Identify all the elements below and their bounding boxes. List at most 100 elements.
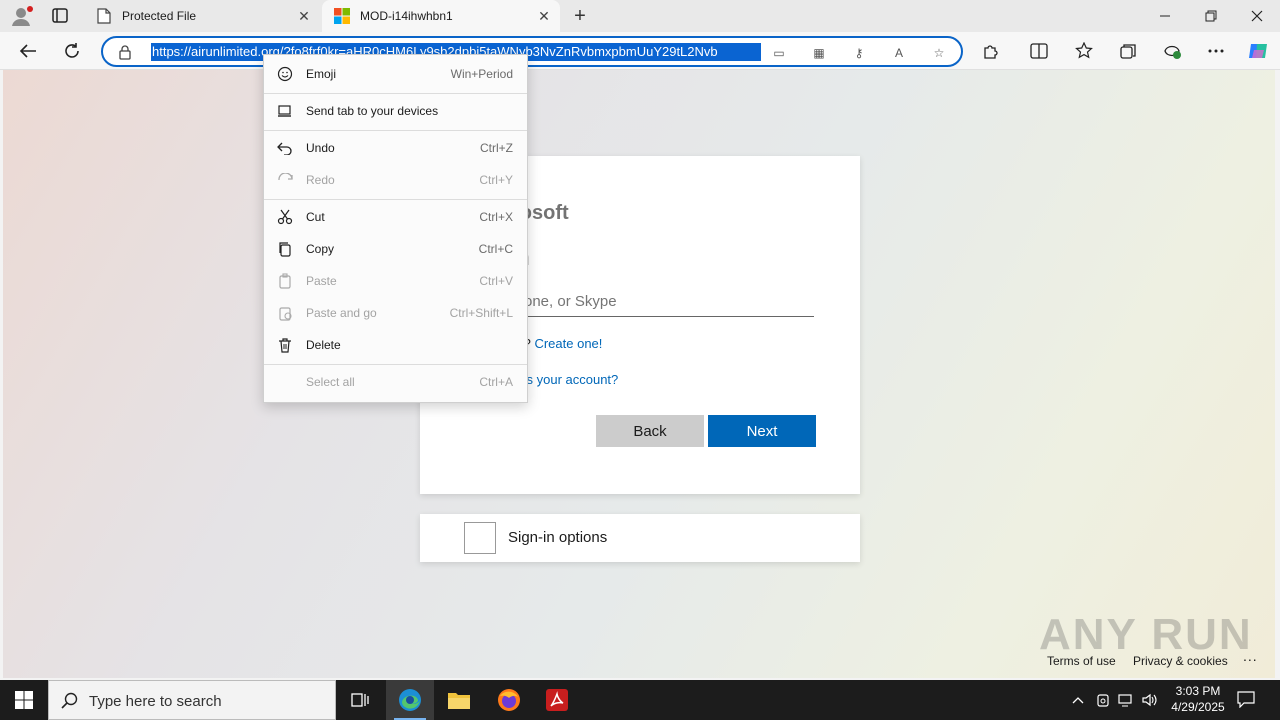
menu-item-label: Send tab to your devices bbox=[306, 104, 439, 118]
favorite-star-icon[interactable]: ☆ bbox=[929, 43, 949, 63]
menu-item-shortcut: Ctrl+C bbox=[478, 242, 513, 256]
watermark: ANY RUN bbox=[1039, 610, 1253, 659]
menu-separator bbox=[264, 93, 527, 94]
redo-icon bbox=[277, 172, 293, 188]
trash-icon bbox=[277, 337, 293, 353]
favorites-icon[interactable] bbox=[1071, 39, 1097, 63]
email-field[interactable] bbox=[520, 286, 814, 317]
menu-item-label: Paste and go bbox=[306, 306, 377, 320]
restore-button[interactable] bbox=[1188, 0, 1234, 32]
read-aloud-icon[interactable]: A bbox=[889, 43, 909, 63]
menu-item-copy[interactable]: Copy Ctrl+C bbox=[264, 234, 527, 264]
devices-icon bbox=[277, 103, 293, 119]
copy-icon bbox=[277, 241, 293, 257]
clock-date: 4/29/2025 bbox=[1171, 700, 1225, 714]
cant-access-link[interactable]: ss your account? bbox=[520, 372, 618, 387]
menu-item-shortcut: Ctrl+Y bbox=[479, 173, 513, 187]
terms-link[interactable]: Terms of use bbox=[1047, 654, 1116, 668]
search-icon bbox=[61, 692, 79, 710]
menu-separator bbox=[264, 130, 527, 131]
menu-item-label: Redo bbox=[306, 173, 335, 187]
scissors-icon bbox=[277, 209, 293, 225]
footer-more-button[interactable]: ... bbox=[1243, 648, 1258, 664]
tab-protected-file[interactable]: Protected File ✕ bbox=[84, 0, 320, 32]
collections-icon[interactable] bbox=[1115, 39, 1141, 63]
refresh-icon[interactable] bbox=[59, 39, 85, 63]
key-icon[interactable]: ⚷ bbox=[849, 43, 869, 63]
paste-go-icon bbox=[277, 305, 293, 321]
address-bar[interactable]: https://airunlimited.org/?fo8frf0kr=aHR0… bbox=[101, 36, 963, 67]
create-account-link[interactable]: Create one! bbox=[534, 336, 602, 351]
menu-item-shortcut: Ctrl+Z bbox=[480, 141, 513, 155]
profile-icon[interactable] bbox=[10, 5, 34, 27]
privacy-link[interactable]: Privacy & cookies bbox=[1133, 654, 1228, 668]
split-screen-icon[interactable] bbox=[1026, 39, 1052, 63]
lock-icon[interactable] bbox=[117, 44, 133, 60]
back-arrow-icon[interactable] bbox=[15, 39, 41, 63]
emoji-icon bbox=[277, 66, 293, 82]
close-window-button[interactable] bbox=[1234, 0, 1280, 32]
notification-icon[interactable] bbox=[1236, 690, 1258, 710]
start-button[interactable] bbox=[0, 680, 48, 720]
menu-item-shortcut: Win+Period bbox=[450, 67, 513, 81]
taskbar-search[interactable]: Type here to search bbox=[48, 680, 336, 720]
device-icon[interactable] bbox=[1093, 690, 1113, 710]
menu-item-label: Select all bbox=[306, 375, 355, 389]
menu-item-label: Copy bbox=[306, 242, 335, 256]
menu-item-paste: Paste Ctrl+V bbox=[264, 266, 527, 296]
back-button[interactable]: Back bbox=[596, 415, 704, 447]
tab-strip: Protected File ✕ MOD-i14ihwhbn1 ✕ + bbox=[0, 0, 1280, 32]
browser-toolbar: https://airunlimited.org/?fo8frf0kr=aHR0… bbox=[0, 32, 1280, 70]
next-button[interactable]: Next bbox=[708, 415, 816, 447]
browser-essentials-icon[interactable] bbox=[1159, 39, 1185, 63]
menu-item-emoji[interactable]: Emoji Win+Period bbox=[264, 59, 527, 89]
taskbar: Type here to search 3:03 PM 4/29/2025 bbox=[0, 680, 1280, 720]
page-content: rosoft n t? Create one! ss your account?… bbox=[3, 70, 1275, 678]
close-icon[interactable]: ✕ bbox=[534, 6, 554, 26]
tab-actions-icon[interactable] bbox=[48, 6, 72, 26]
tab-title: Protected File bbox=[122, 9, 197, 23]
copilot-icon[interactable] bbox=[1245, 39, 1271, 63]
no-account-text: t? Create one! bbox=[520, 336, 602, 351]
menu-item-label: Undo bbox=[306, 141, 335, 155]
undo-icon bbox=[277, 140, 293, 156]
extensions-icon[interactable] bbox=[978, 39, 1004, 63]
system-clock[interactable]: 3:03 PM 4/29/2025 bbox=[1160, 683, 1236, 715]
signin-options-card[interactable]: Sign-in options bbox=[420, 514, 860, 562]
menu-separator bbox=[264, 364, 527, 365]
menu-item-label: Emoji bbox=[306, 67, 337, 81]
firefox-icon[interactable] bbox=[485, 680, 533, 720]
paste-icon bbox=[277, 273, 293, 289]
task-view-icon[interactable] bbox=[336, 680, 384, 720]
menu-item-send-tab[interactable]: Send tab to your devices bbox=[264, 96, 527, 126]
menu-item-undo[interactable]: Undo Ctrl+Z bbox=[264, 133, 527, 163]
search-placeholder: Type here to search bbox=[89, 693, 222, 710]
edge-icon[interactable] bbox=[386, 680, 434, 720]
new-tab-button[interactable]: + bbox=[568, 5, 592, 27]
menu-item-shortcut: Ctrl+V bbox=[479, 274, 513, 288]
menu-item-shortcut: Ctrl+X bbox=[479, 210, 513, 224]
acrobat-icon[interactable] bbox=[533, 680, 581, 720]
volume-icon[interactable] bbox=[1140, 690, 1160, 710]
broken-image-icon bbox=[464, 522, 496, 554]
windows-logo-icon bbox=[15, 691, 33, 709]
more-options-icon[interactable] bbox=[1203, 39, 1229, 63]
clock-time: 3:03 PM bbox=[1175, 684, 1221, 698]
blank-icon bbox=[277, 374, 293, 390]
menu-item-delete[interactable]: Delete bbox=[264, 330, 527, 360]
grid-icon[interactable]: ▦ bbox=[809, 43, 829, 63]
menu-item-cut[interactable]: Cut Ctrl+X bbox=[264, 202, 527, 232]
file-explorer-icon[interactable] bbox=[435, 680, 483, 720]
menu-item-shortcut: Ctrl+A bbox=[479, 375, 513, 389]
tab-title: MOD-i14ihwhbn1 bbox=[360, 9, 453, 23]
microsoft-logo-icon bbox=[334, 8, 350, 24]
minimize-button[interactable] bbox=[1142, 0, 1188, 32]
chevron-up-icon[interactable] bbox=[1068, 690, 1088, 710]
menu-separator bbox=[264, 199, 527, 200]
network-icon[interactable] bbox=[1116, 690, 1136, 710]
menu-item-label: Delete bbox=[306, 338, 341, 352]
tab-active[interactable]: MOD-i14ihwhbn1 ✕ bbox=[322, 0, 560, 32]
menu-item-shortcut: Ctrl+Shift+L bbox=[449, 306, 513, 320]
close-icon[interactable]: ✕ bbox=[294, 6, 314, 26]
app-available-icon[interactable]: ▭ bbox=[769, 43, 789, 63]
